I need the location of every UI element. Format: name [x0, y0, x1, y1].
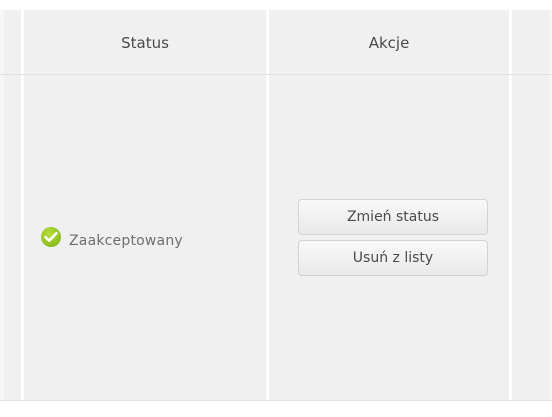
change-status-button[interactable]: Zmień status — [298, 199, 488, 235]
remove-from-list-button[interactable]: Usuń z listy — [298, 240, 488, 276]
table-header-row: Status Akcje — [0, 10, 552, 75]
check-circle-icon — [41, 226, 61, 247]
status-text: Zaakceptowany — [69, 233, 183, 249]
status-column-header: Status — [121, 34, 169, 52]
actions-column-header: Akcje — [368, 34, 410, 52]
status-table: Status Akcje Zaakceptowany Zmień status … — [0, 10, 552, 400]
status-cell: Zaakceptowany — [24, 75, 266, 400]
table-viewport: Status Akcje Zaakceptowany Zmień status … — [0, 0, 552, 417]
next-row-edge — [0, 401, 552, 417]
status-indicator: Zaakceptowany — [41, 224, 183, 249]
actions-cell: Zmień status Usuń z listy — [269, 75, 509, 400]
table-row: Zaakceptowany Zmień status Usuń z listy — [0, 75, 552, 400]
